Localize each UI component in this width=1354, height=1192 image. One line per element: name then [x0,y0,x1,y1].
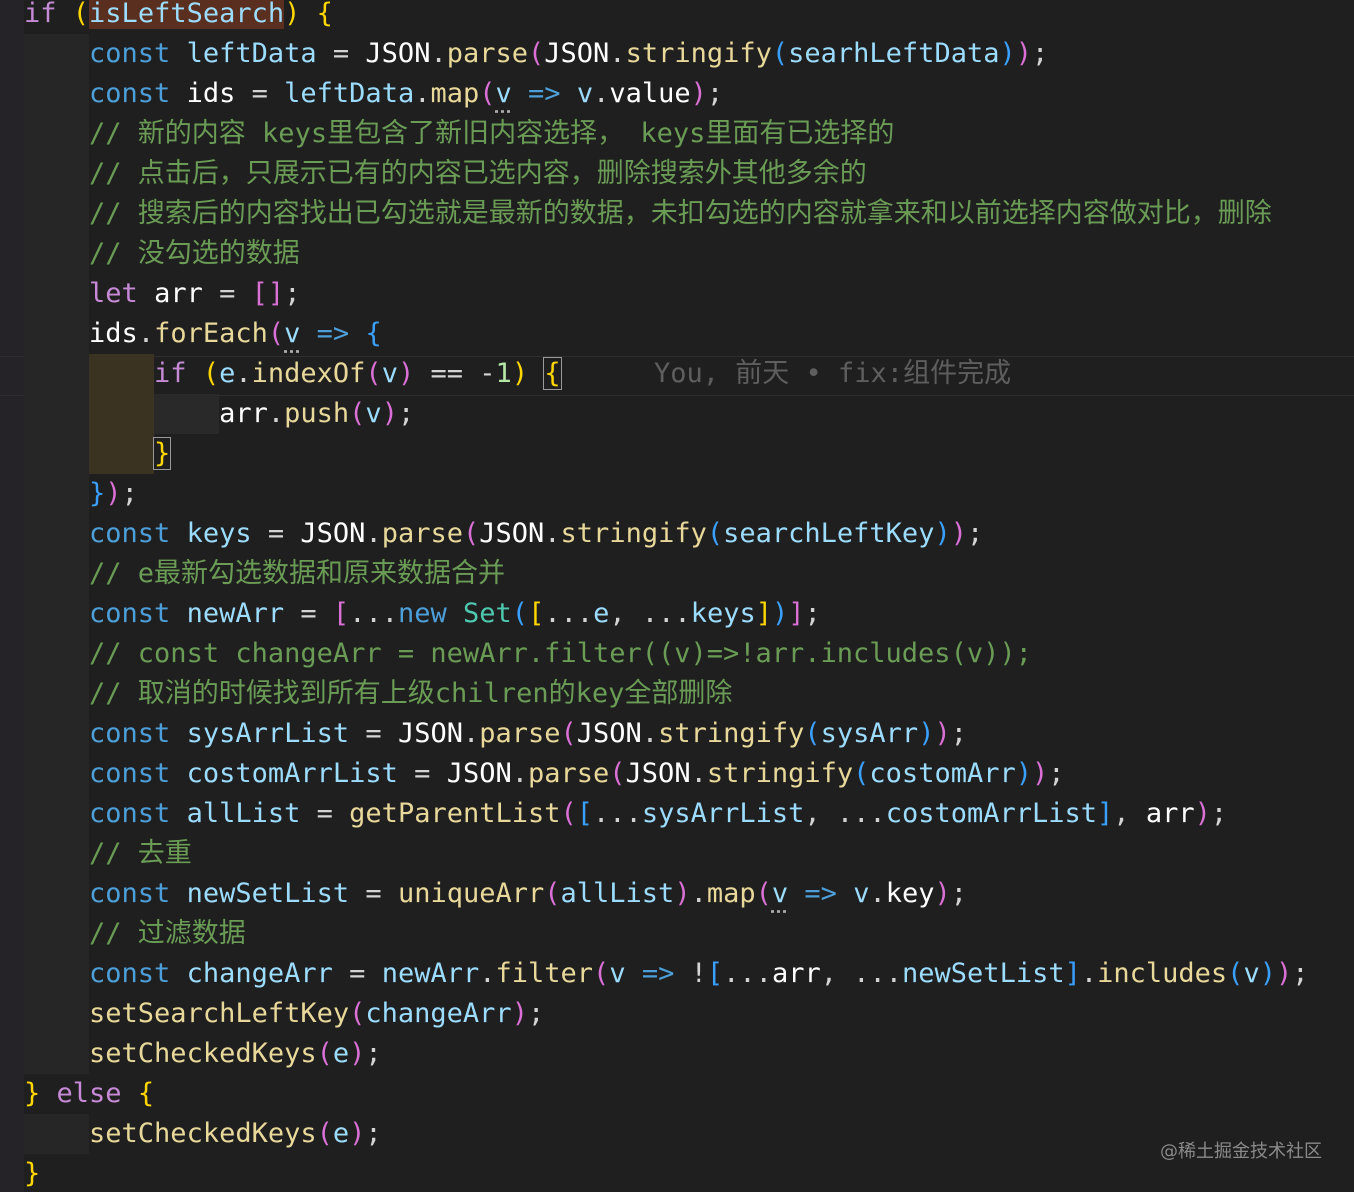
code-line: const newArr = [...new Set([...e, ...key… [0,594,1354,634]
code-line: const leftData = JSON.parse(JSON.stringi… [0,34,1354,74]
code-line: const sysArrList = JSON.parse(JSON.strin… [0,714,1354,754]
code-line: const changeArr = newArr.filter(v => ![.… [0,954,1354,994]
code-line: const costomArrList = JSON.parse(JSON.st… [0,754,1354,794]
code-line: setSearchLeftKey(changeArr); [0,994,1354,1034]
code-line: } [24,1158,41,1189]
code-line: setCheckedKeys(e); [0,1114,1354,1154]
code-line: if (e.indexOf(v) == -1) {You, 前天 • fix:组… [0,354,1354,394]
code-line: // 点击后，只展示已有的内容已选内容，删除搜索外其他多余的 [0,154,1354,194]
watermark: @稀土掘金技术社区 [1160,1141,1322,1162]
code-line: const ids = leftData.map(v => v.value); [0,74,1354,114]
code-line: // 取消的时候找到所有上级chilren的key全部删除 [0,674,1354,714]
code-line: // 没勾选的数据 [0,234,1354,274]
code-line: // 去重 [0,834,1354,874]
code-line: // 新的内容 keys里包含了新旧内容选择， keys里面有已选择的 [0,114,1354,154]
code-line: const newSetList = uniqueArr(allList).ma… [0,874,1354,914]
code-line: // 搜索后的内容找出已勾选就是最新的数据，未扣勾选的内容就拿来和以前选择内容做… [0,194,1354,234]
code-line: setCheckedKeys(e); [0,1034,1354,1074]
code-line: }); [0,474,1354,514]
code-line: ids.forEach(v => { [0,314,1354,354]
code-line: const keys = JSON.parse(JSON.stringify(s… [0,514,1354,554]
code-line: const allList = getParentList([...sysArr… [0,794,1354,834]
code-line: // const changeArr = newArr.filter((v)=>… [0,634,1354,674]
code-line: // e最新勾选数据和原来数据合并 [0,554,1354,594]
code-line: arr.push(v); [0,394,1354,434]
code-line: if (isLeftSearch) { [24,0,333,29]
code-line: // 过滤数据 [0,914,1354,954]
git-blame-annotation: You, 前天 • fix:组件完成 [654,358,1012,389]
code-line: let arr = []; [0,274,1354,314]
code-editor[interactable]: if (isLeftSearch) { const leftData = JSO… [0,0,1354,1192]
code-line: } [0,434,1354,474]
code-line: } else { [24,1078,155,1109]
